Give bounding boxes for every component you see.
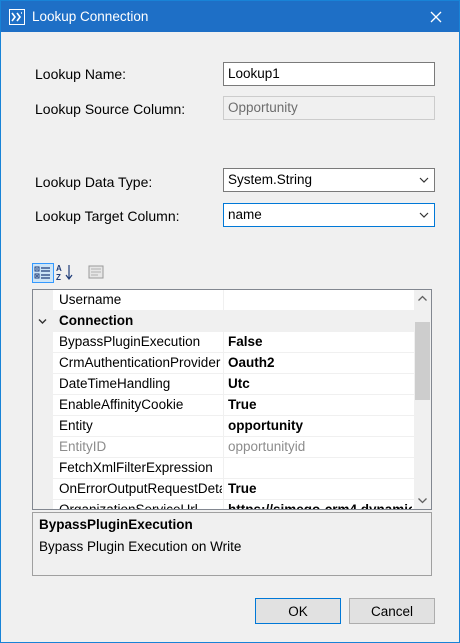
close-button[interactable] — [413, 1, 459, 32]
svg-text:A: A — [56, 264, 62, 273]
property-name: FetchXmlFilterExpression — [59, 460, 213, 475]
property-name: OrganizationServiceUrl — [59, 502, 198, 510]
lookup-connection-dialog: Lookup Connection Lookup Name: Lookup1 L… — [0, 0, 460, 643]
categorized-view-button[interactable] — [32, 263, 54, 283]
property-row[interactable]: EnableAffinityCookie True — [33, 395, 414, 416]
cancel-button[interactable]: Cancel — [349, 598, 435, 624]
lookup-target-column-select[interactable]: name — [223, 203, 435, 227]
alphabetical-view-button[interactable]: A Z — [55, 263, 77, 283]
property-name: Entity — [59, 418, 93, 433]
property-name: DateTimeHandling — [59, 376, 171, 391]
scrollbar-thumb[interactable] — [415, 322, 430, 400]
property-value: opportunityid — [228, 439, 306, 454]
chevron-down-icon — [419, 212, 429, 218]
property-value[interactable]: opportunity — [228, 418, 412, 433]
property-pages-button[interactable] — [86, 263, 108, 283]
description-panel: BypassPluginExecution Bypass Plugin Exec… — [32, 512, 432, 576]
lookup-data-type-select[interactable]: System.String — [223, 168, 435, 192]
property-value[interactable]: False — [228, 334, 412, 349]
lookup-name-input[interactable]: Lookup1 — [223, 62, 435, 86]
vertical-scrollbar[interactable] — [414, 290, 431, 509]
description-title: BypassPluginExecution — [39, 517, 193, 532]
category-name: Connection — [59, 313, 134, 328]
property-name: EnableAffinityCookie — [59, 397, 184, 412]
category-row-connection[interactable]: Connection — [33, 311, 414, 332]
property-row: EntityID opportunityid — [33, 437, 414, 458]
property-row[interactable]: OrganizationServiceUrl https://simego-cr… — [33, 500, 414, 510]
title-bar: Lookup Connection — [1, 1, 459, 32]
lookup-target-column-label: Lookup Target Column: — [35, 208, 180, 224]
property-value[interactable]: Utc — [228, 376, 412, 391]
property-row[interactable]: Username — [33, 290, 414, 311]
svg-text:Z: Z — [56, 273, 61, 281]
lookup-data-type-value: System.String — [228, 172, 313, 187]
property-row[interactable]: BypassPluginExecution False — [33, 332, 414, 353]
property-row[interactable]: DateTimeHandling Utc — [33, 374, 414, 395]
property-row[interactable]: FetchXmlFilterExpression — [33, 458, 414, 479]
property-name: BypassPluginExecution — [59, 334, 201, 349]
lookup-target-column-value: name — [228, 207, 262, 222]
property-value[interactable]: Oauth2 — [228, 355, 412, 370]
app-icon — [9, 9, 25, 25]
property-pages-icon — [88, 265, 104, 279]
property-grid[interactable]: Username Connection BypassPluginExecutio… — [32, 289, 432, 510]
collapse-chevron-icon[interactable] — [37, 316, 48, 327]
lookup-name-label: Lookup Name: — [35, 66, 127, 82]
property-name: CrmAuthenticationProvider — [59, 355, 221, 370]
property-value[interactable]: True — [228, 397, 412, 412]
property-row[interactable]: OnErrorOutputRequestDetails True — [33, 479, 414, 500]
alphabetical-icon: A Z — [56, 264, 73, 282]
property-value[interactable]: True — [228, 481, 412, 496]
lookup-data-type-label: Lookup Data Type: — [35, 174, 153, 190]
lookup-source-column-field: Opportunity — [223, 96, 435, 120]
property-name: Username — [59, 292, 122, 307]
chevron-down-icon — [419, 177, 429, 183]
description-text: Bypass Plugin Execution on Write — [39, 539, 242, 554]
scroll-down-icon[interactable] — [414, 492, 431, 509]
property-row[interactable]: Entity opportunity — [33, 416, 414, 437]
categorized-icon — [34, 266, 50, 279]
property-name: OnErrorOutputRequestDetails — [59, 481, 222, 496]
property-value[interactable]: https://simego-crm4.dynamics.com — [228, 502, 412, 509]
close-icon — [430, 11, 442, 22]
lookup-source-column-label: Lookup Source Column: — [35, 101, 186, 117]
property-name: EntityID — [59, 439, 107, 454]
property-row[interactable]: CrmAuthenticationProvider Oauth2 — [33, 353, 414, 374]
ok-button[interactable]: OK — [255, 598, 341, 624]
scroll-up-icon[interactable] — [414, 290, 431, 307]
window-title: Lookup Connection — [32, 9, 149, 24]
